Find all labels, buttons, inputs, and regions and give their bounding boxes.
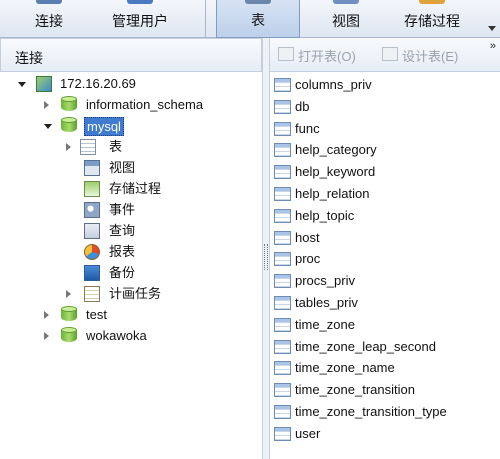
table-icon — [274, 165, 291, 180]
pane-splitter[interactable] — [262, 38, 270, 459]
toolbar-separator — [205, 0, 206, 38]
tree-database-node[interactable]: wokawoka — [44, 326, 244, 346]
report-icon — [84, 244, 100, 260]
splitter-grip-icon[interactable] — [264, 244, 268, 270]
procedures-button[interactable]: 存储过程 — [390, 0, 474, 38]
tables-button[interactable]: 表 — [216, 0, 300, 38]
connection-panel: 连接 172.16.20.69 information_schema mysql… — [0, 38, 262, 459]
connection-panel-header: 连接 — [0, 38, 262, 72]
design-table-button[interactable]: 设计表(E) — [382, 46, 482, 64]
tree-database-node-selected[interactable]: mysql — [44, 116, 244, 136]
expand-icon[interactable] — [44, 332, 49, 340]
open-table-button[interactable]: 打开表(O) — [278, 46, 374, 64]
tree-item-schedules[interactable]: 计画任务 — [66, 284, 236, 304]
table-icon — [80, 139, 96, 155]
expand-icon[interactable] — [44, 101, 49, 109]
table-icon — [274, 252, 291, 267]
tree-item-backups[interactable]: 备份 — [66, 263, 236, 283]
table-icon — [274, 274, 291, 289]
query-icon — [84, 223, 100, 239]
connection-button[interactable]: 连接 — [14, 0, 84, 38]
main-toolbar: 连接 管理用户 表 视图 存储过程 — [0, 0, 500, 38]
view-icon — [333, 0, 359, 4]
tree-item-events[interactable]: 事件 — [66, 200, 236, 220]
connection-panel-title: 连接 — [15, 50, 43, 66]
procedure-icon — [419, 0, 445, 4]
object-toolbar: 打开表(O) 设计表(E) » — [270, 38, 500, 72]
table-icon — [274, 121, 291, 136]
tree-item-views[interactable]: 视图 — [66, 158, 236, 178]
procedure-icon — [84, 181, 100, 197]
schedule-icon — [84, 286, 100, 302]
database-icon — [61, 96, 77, 113]
object-panel: 打开表(O) 设计表(E) » columns_priv db func help_c… — [270, 38, 500, 459]
tree-server-node[interactable]: 172.16.20.69 — [18, 74, 218, 94]
table-icon — [274, 317, 291, 332]
table-icon — [274, 361, 291, 376]
tree-item-tables[interactable]: 表 — [66, 137, 236, 157]
views-button[interactable]: 视图 — [305, 0, 387, 38]
table-icon — [274, 426, 291, 441]
tree-database-node[interactable]: information_schema — [44, 95, 244, 115]
server-icon — [36, 76, 52, 92]
collapse-icon[interactable] — [44, 124, 52, 129]
toolbar-overflow-icon[interactable] — [488, 26, 496, 31]
table-icon — [274, 405, 291, 419]
tree-item-queries[interactable]: 查询 — [66, 221, 236, 241]
table-icon — [274, 230, 291, 245]
table-icon — [274, 296, 291, 310]
backup-icon — [84, 265, 100, 281]
table-icon — [274, 78, 291, 92]
expand-icon[interactable] — [66, 290, 71, 298]
connection-tree: 172.16.20.69 information_schema mysql 表 … — [0, 72, 262, 459]
tree-item-procedures[interactable]: 存储过程 — [66, 179, 236, 199]
table-icon — [274, 143, 291, 158]
connection-icon — [36, 0, 62, 4]
manage-users-button[interactable]: 管理用户 — [90, 0, 190, 38]
view-icon — [84, 160, 100, 176]
overflow-chevron-icon[interactable]: » — [490, 41, 496, 52]
table-icon — [274, 383, 291, 398]
event-icon — [84, 202, 100, 218]
users-icon — [127, 0, 153, 4]
open-table-icon — [278, 47, 294, 61]
table-icon — [245, 0, 271, 4]
table-icon — [274, 208, 291, 223]
table-list: columns_priv db func help_category help_keyw… — [270, 72, 500, 459]
database-icon — [61, 117, 77, 134]
tree-database-node[interactable]: test — [44, 305, 244, 325]
table-icon — [274, 187, 291, 201]
expand-icon[interactable] — [44, 311, 49, 319]
table-icon — [274, 339, 291, 354]
collapse-icon[interactable] — [18, 82, 26, 87]
expand-icon[interactable] — [66, 143, 71, 151]
table-icon — [274, 99, 291, 114]
design-table-icon — [382, 47, 398, 61]
database-icon — [61, 306, 77, 323]
tree-item-reports[interactable]: 报表 — [66, 242, 236, 262]
database-icon — [61, 327, 77, 344]
